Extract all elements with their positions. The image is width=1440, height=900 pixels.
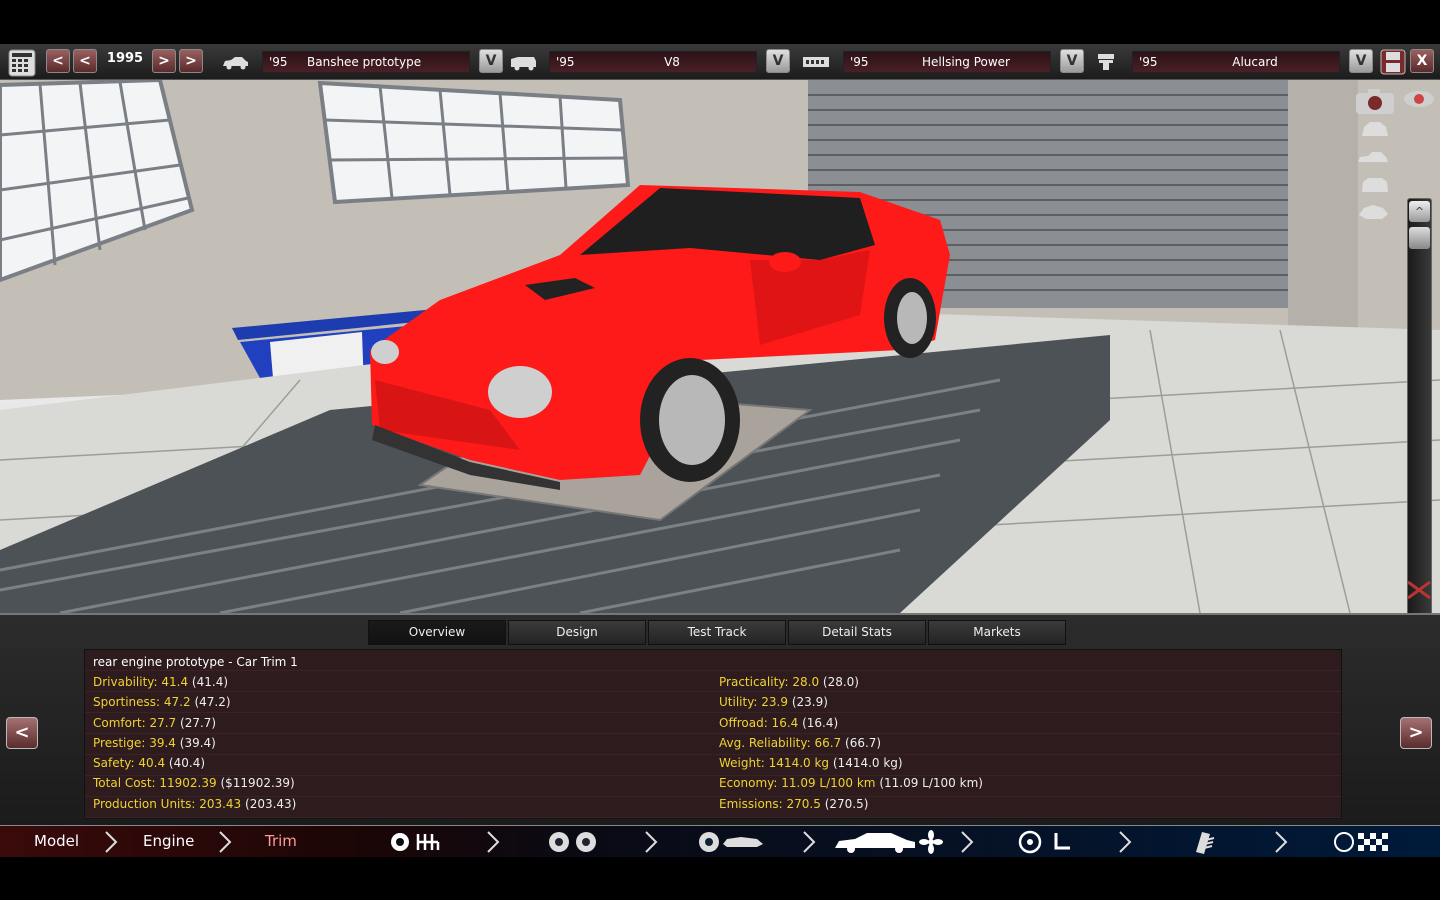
chevron-right-icon: [961, 831, 974, 853]
stat-avg-reliability: Avg. Reliability: 66.7 (66.7): [719, 736, 882, 750]
stat-emissions: Emissions: 270.5 (270.5): [719, 797, 869, 811]
tab-design[interactable]: Design: [508, 620, 646, 645]
stat-offroad: Offroad: 16.4 (16.4): [719, 716, 839, 730]
trim-title: rear engine prototype - Car Trim 1: [93, 655, 298, 669]
year-display: 1995: [106, 51, 144, 66]
model-select[interactable]: '95 Banshee prototype: [262, 51, 470, 73]
chevron-right-icon: [105, 831, 118, 853]
trim-select[interactable]: '95 Alucard: [1132, 51, 1340, 73]
year-next-button[interactable]: >: [152, 49, 176, 73]
piston-icon: [1098, 54, 1114, 70]
overview-stats: rear engine prototype - Car Trim 1 Driva…: [84, 649, 1342, 819]
model-dropdown-button[interactable]: V: [479, 49, 503, 73]
scroll-up-button[interactable]: ^: [1409, 201, 1430, 222]
nav-trim[interactable]: Trim: [265, 826, 297, 858]
model-year: '95: [269, 55, 288, 69]
engine-family-year: '95: [850, 55, 869, 69]
chevron-right-icon: [645, 831, 658, 853]
view-angle-icon[interactable]: [1356, 200, 1390, 222]
reset-camera-icon[interactable]: [1402, 578, 1436, 600]
nav-engine[interactable]: Engine: [143, 826, 194, 858]
suspension-icon[interactable]: [697, 830, 765, 854]
close-button[interactable]: X: [1410, 49, 1434, 73]
body-aero-icon[interactable]: [833, 830, 943, 854]
camera-icon[interactable]: [1354, 86, 1396, 116]
scroll-thumb[interactable]: [1409, 227, 1430, 249]
chevron-right-icon: [1119, 831, 1132, 853]
engine-icon: [511, 57, 536, 71]
chevron-right-icon: [803, 831, 816, 853]
view-rear-icon[interactable]: [1358, 174, 1392, 196]
finish-flag-icon[interactable]: [1332, 830, 1390, 854]
tab-markets[interactable]: Markets: [928, 620, 1066, 645]
save-icon[interactable]: [1380, 49, 1406, 75]
trim-year: '95: [1139, 55, 1158, 69]
tab-overview[interactable]: Overview: [368, 620, 506, 645]
year-prev-button[interactable]: <: [73, 49, 97, 73]
stat-economy: Economy: 11.09 L/100 km (11.09 L/100 km): [719, 776, 983, 790]
calendar-icon[interactable]: [8, 49, 36, 77]
engine-family-dropdown-button[interactable]: V: [1060, 49, 1084, 73]
trim-dropdown-button[interactable]: V: [1349, 49, 1373, 73]
stat-sportiness: Sportiness: 47.2 (47.2): [93, 695, 231, 709]
chevron-right-icon: [1275, 831, 1288, 853]
stat-practicality: Practicality: 28.0 (28.0): [719, 675, 859, 689]
info-panel: Overview Design Test Track Detail Stats …: [0, 613, 1440, 825]
panel-next-button[interactable]: >: [1400, 717, 1432, 749]
stat-prestige: Prestige: 39.4 (39.4): [93, 736, 216, 750]
year-prev-far-button[interactable]: <: [46, 49, 70, 73]
interior-icon[interactable]: [1016, 830, 1074, 854]
engine-dropdown-button[interactable]: V: [766, 49, 790, 73]
gearbox-icon[interactable]: [388, 830, 444, 854]
view-side-icon[interactable]: [1356, 146, 1390, 168]
stat-weight: Weight: 1414.0 kg (1414.0 kg): [719, 756, 903, 770]
stat-drivability: Drivability: 41.4 (41.4): [93, 675, 229, 689]
chevron-right-icon: [487, 831, 500, 853]
record-icon[interactable]: [1402, 88, 1436, 110]
wheels-icon[interactable]: [546, 830, 600, 854]
engine-select[interactable]: '95 V8: [549, 51, 757, 73]
model-name: Banshee prototype: [307, 55, 422, 69]
stat-production-units: Production Units: 203.43 (203.43): [93, 797, 297, 811]
engine-family-name: Hellsing Power: [922, 55, 1010, 69]
tab-detail-stats[interactable]: Detail Stats: [788, 620, 926, 645]
trim-name: Alucard: [1232, 55, 1278, 69]
safety-icon[interactable]: [1188, 830, 1218, 854]
engine-year: '95: [556, 55, 575, 69]
stat-safety: Safety: 40.4 (40.4): [93, 756, 206, 770]
view-front-icon[interactable]: [1358, 118, 1392, 140]
workflow-nav: Model Engine Trim: [0, 825, 1440, 857]
garage-scene: [0, 80, 1440, 613]
top-toolbar: < < 1995 > > '95 Banshee prototype V '95…: [0, 44, 1440, 80]
engine-family-select[interactable]: '95 Hellsing Power: [843, 51, 1051, 73]
engine-block-icon: [803, 57, 829, 67]
camera-zoom-scrollbar[interactable]: ^ v: [1407, 198, 1432, 613]
stat-total-cost: Total Cost: 11902.39 ($11902.39): [93, 776, 295, 790]
window-center: [317, 80, 631, 205]
panel-prev-button[interactable]: <: [6, 717, 38, 749]
car-model-icon: [223, 57, 248, 70]
year-next-far-button[interactable]: >: [179, 49, 203, 73]
stat-utility: Utility: 23.9 (23.9): [719, 695, 828, 709]
panel-tabs: Overview Design Test Track Detail Stats …: [368, 620, 1066, 645]
car-3d-viewport[interactable]: ^ v: [0, 80, 1440, 613]
engine-name: V8: [664, 55, 680, 69]
stat-comfort: Comfort: 27.7 (27.7): [93, 716, 217, 730]
chevron-right-icon: [219, 831, 232, 853]
tab-test-track[interactable]: Test Track: [648, 620, 786, 645]
nav-model[interactable]: Model: [34, 826, 79, 858]
